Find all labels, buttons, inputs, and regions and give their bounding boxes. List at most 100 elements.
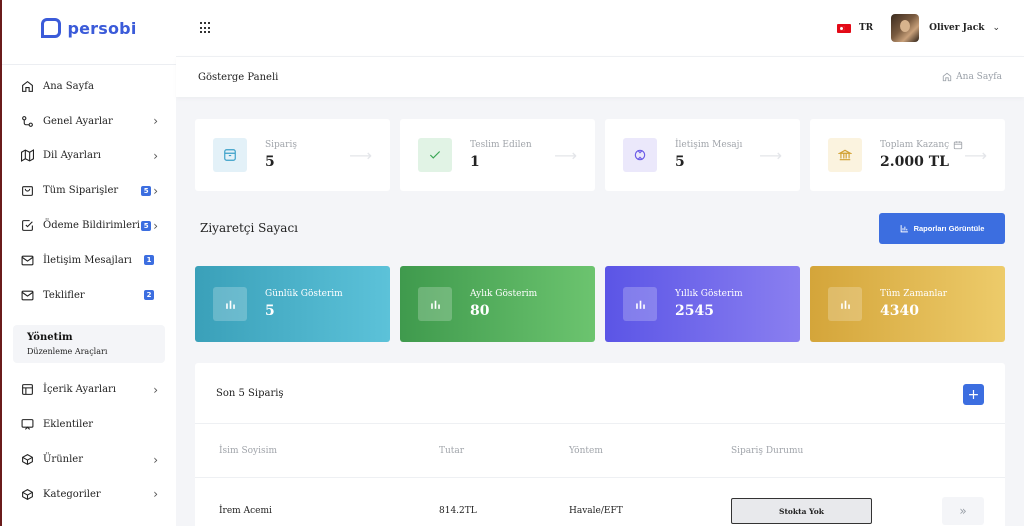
sidebar-item-home[interactable]: Ana Sayfa xyxy=(2,69,176,104)
sidebar-item-offers[interactable]: Teklifler 2 xyxy=(2,278,176,313)
sidebar-item-label: Genel Ayarlar xyxy=(43,115,113,127)
add-order-button[interactable]: + xyxy=(963,384,984,405)
stat-label-text: Toplam Kazanç xyxy=(880,140,950,150)
order-customer-name: İrem Acemi xyxy=(219,506,272,516)
column-header-name: İsim Soyisim xyxy=(219,446,278,456)
stat-value: 5 xyxy=(265,154,275,170)
avatar[interactable] xyxy=(891,14,920,42)
archive-icon xyxy=(213,138,247,172)
layout-icon xyxy=(20,383,34,397)
stat-value: 2.000 TL xyxy=(880,154,949,170)
visitor-card-daily: Günlük Gösterim 5 xyxy=(195,266,390,342)
recent-orders-panel: Son 5 Sipariş + İsim Soyisim Tutar Yönte… xyxy=(195,363,1005,526)
order-amount: 814.2TL xyxy=(439,506,477,516)
box-icon xyxy=(20,487,34,501)
settings-icon xyxy=(20,114,34,128)
user-name[interactable]: Oliver Jack xyxy=(929,23,984,33)
stat-card-orders[interactable]: Sipariş 5 ⟶ xyxy=(195,119,390,191)
sidebar-item-label: Dil Ayarları xyxy=(43,150,101,162)
sidebar-item-products[interactable]: Ürünler › xyxy=(2,442,176,477)
visitor-card-label: Aylık Gösterim xyxy=(470,289,538,299)
chevron-right-icon: › xyxy=(153,114,158,129)
apps-grid-icon[interactable] xyxy=(200,22,212,34)
sidebar-nav: Ana Sayfa Genel Ayarlar › Dil Ayarları ›… xyxy=(2,69,176,313)
section-title: Yönetim xyxy=(27,331,73,343)
stat-value: 5 xyxy=(675,154,685,170)
chevron-right-icon: › xyxy=(153,382,158,397)
sidebar-item-general-settings[interactable]: Genel Ayarlar › xyxy=(2,104,176,139)
sidebar-item-label: Ana Sayfa xyxy=(43,80,94,92)
check-icon xyxy=(418,138,452,172)
column-header-status: Sipariş Durumu xyxy=(731,446,804,456)
topbar-right: TR Oliver Jack ⌄ xyxy=(836,14,1000,42)
sidebar-item-all-orders[interactable]: Tüm Siparişler 5 › xyxy=(2,173,176,208)
arrow-right-icon: ⟶ xyxy=(759,145,782,165)
sidebar-item-plugins[interactable]: Eklentiler xyxy=(2,407,176,442)
bar-chart-icon xyxy=(213,287,247,321)
visitor-card-label: Tüm Zamanlar xyxy=(880,289,948,299)
visitor-counter-title: Ziyaretçi Sayacı xyxy=(200,221,299,235)
monitor-icon xyxy=(20,418,34,432)
topbar: TR Oliver Jack ⌄ xyxy=(176,0,1024,56)
chevron-right-icon: › xyxy=(153,452,158,467)
sidebar-item-payment-notifications[interactable]: Ödeme Bildirimleri 5 › xyxy=(2,208,176,243)
stat-label: Sipariş xyxy=(265,140,297,150)
calendar-icon xyxy=(954,141,963,150)
arrow-right-icon: ⟶ xyxy=(964,145,987,165)
brand-name: persobi xyxy=(67,18,137,38)
section-subtitle: Düzenleme Araçları xyxy=(27,346,108,356)
breadcrumb-home-link[interactable]: Ana Sayfa xyxy=(942,72,1002,82)
stat-card-delivered[interactable]: Teslim Edilen 1 ⟶ xyxy=(400,119,595,191)
chevron-down-icon[interactable]: ⌄ xyxy=(992,23,1000,33)
arrow-right-icon: ⟶ xyxy=(349,145,372,165)
language-selector[interactable]: TR xyxy=(859,23,873,33)
sidebar-item-label: Teklifler xyxy=(43,289,85,301)
box-icon xyxy=(20,453,34,467)
view-order-button[interactable]: » xyxy=(942,497,984,525)
sidebar: persobi Ana Sayfa Genel Ayarlar › Dil Ay… xyxy=(0,0,176,526)
sidebar-item-label: Tüm Siparişler xyxy=(43,185,119,197)
visitor-card-yearly: Yıllık Gösterim 2545 xyxy=(605,266,800,342)
visitor-card-value: 2545 xyxy=(675,303,714,319)
sidebar-item-language-settings[interactable]: Dil Ayarları › xyxy=(2,139,176,174)
breadcrumb: Gösterge Paneli Ana Sayfa xyxy=(176,56,1024,97)
order-method: Havale/EFT xyxy=(569,506,623,516)
sidebar-item-contact-messages[interactable]: İletişim Mesajları 1 xyxy=(2,243,176,278)
bar-chart-icon xyxy=(900,225,908,233)
turkey-flag-icon[interactable] xyxy=(836,23,851,33)
chevron-right-icon: › xyxy=(153,218,158,233)
stat-label: Teslim Edilen xyxy=(470,140,532,150)
double-chevron-right-icon: » xyxy=(959,504,967,518)
stat-card-messages[interactable]: İletişim Mesajı 5 ⟶ xyxy=(605,119,800,191)
bar-chart-icon xyxy=(418,287,452,321)
breadcrumb-home-label: Ana Sayfa xyxy=(956,72,1002,82)
column-header-method: Yöntem xyxy=(569,446,603,456)
mail-icon xyxy=(20,288,34,302)
count-badge: 2 xyxy=(144,290,154,301)
sidebar-item-content-settings[interactable]: İçerik Ayarları › xyxy=(2,373,176,408)
chevron-right-icon: › xyxy=(153,148,158,163)
column-header-amount: Tutar xyxy=(439,446,465,456)
sidebar-item-categories[interactable]: Kategoriler › xyxy=(2,477,176,512)
home-icon xyxy=(20,79,34,93)
arrow-right-icon: ⟶ xyxy=(554,145,577,165)
stat-value: 1 xyxy=(470,154,480,170)
visitor-card-value: 4340 xyxy=(880,303,919,319)
map-icon xyxy=(20,149,34,163)
visitor-card-monthly: Aylık Gösterim 80 xyxy=(400,266,595,342)
order-status-badge: Stokta Yok xyxy=(731,498,872,524)
sidebar-item-label: Kategoriler xyxy=(43,488,101,500)
stat-card-total-earnings[interactable]: Toplam Kazanç 2.000 TL ⟶ xyxy=(810,119,1005,191)
mail-icon xyxy=(20,253,34,267)
sidebar-item-label: İletişim Mesajları xyxy=(43,254,132,266)
brand-logo[interactable]: persobi xyxy=(2,0,176,56)
table-header: İsim Soyisim Tutar Yöntem Sipariş Durumu xyxy=(195,423,1005,478)
count-badge: 5 xyxy=(141,220,152,231)
visitor-card-label: Yıllık Gösterim xyxy=(675,289,743,299)
view-reports-button[interactable]: Raporları Görüntüle xyxy=(879,213,1005,244)
shopping-bag-icon xyxy=(20,184,34,198)
visitor-card-label: Günlük Gösterim xyxy=(265,289,343,299)
bank-icon xyxy=(828,138,862,172)
check-square-icon xyxy=(20,219,34,233)
visitor-card-value: 80 xyxy=(470,303,490,319)
